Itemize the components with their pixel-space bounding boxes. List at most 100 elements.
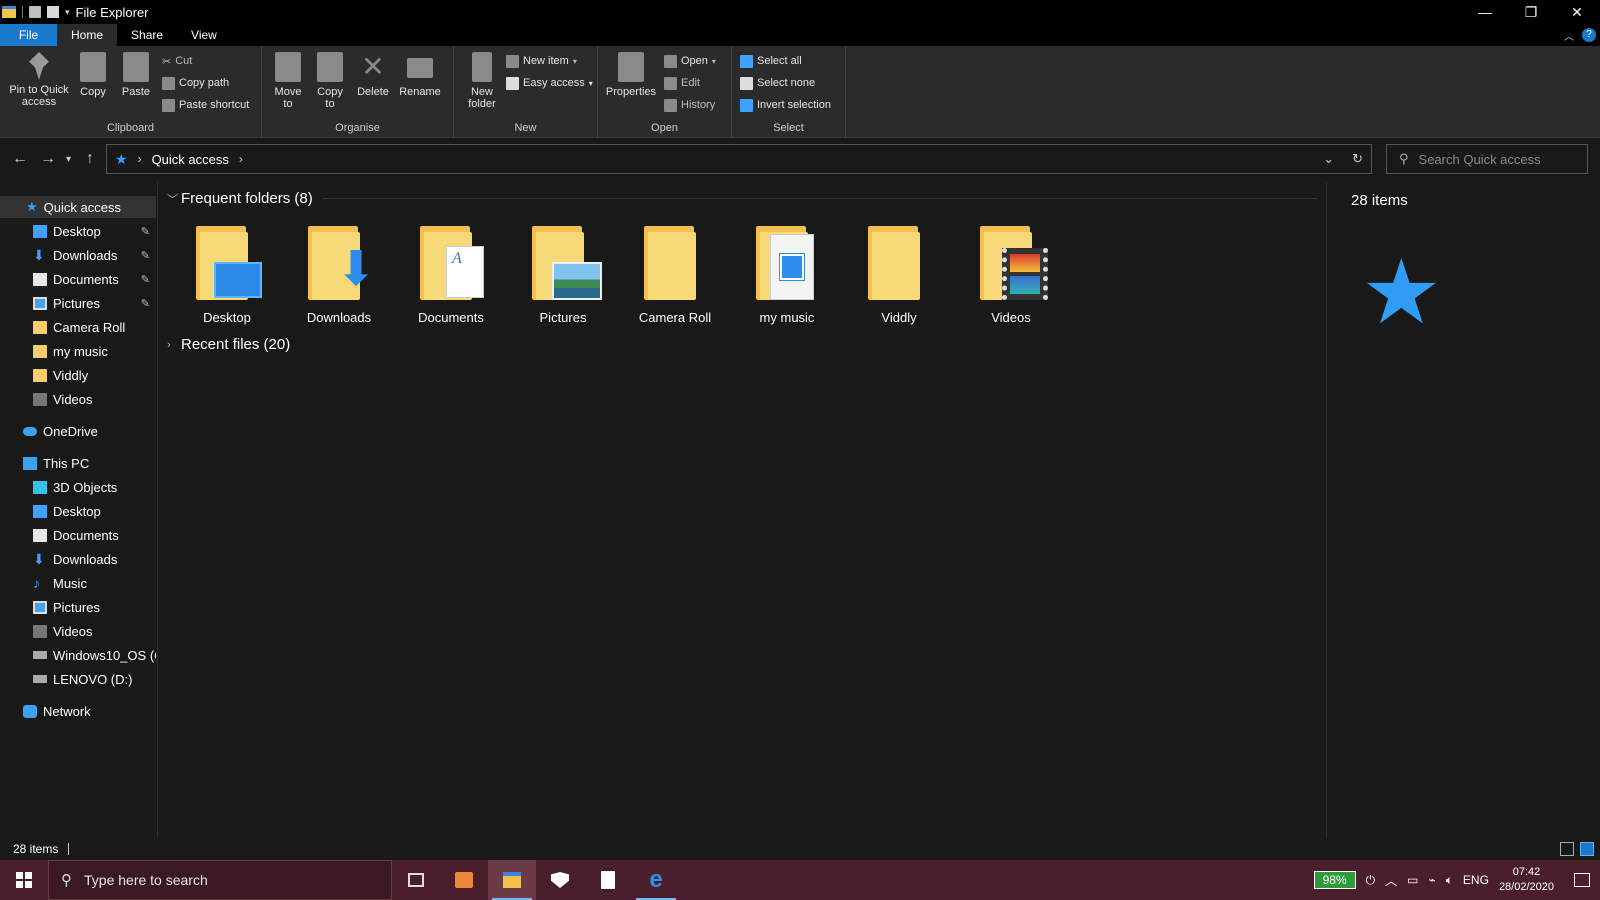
folder-tile-camera-roll[interactable]: Camera Roll bbox=[625, 226, 725, 325]
close-button[interactable]: ✕ bbox=[1554, 0, 1600, 24]
taskbar-notepad[interactable] bbox=[584, 860, 632, 900]
sidebar-item-videos[interactable]: Videos bbox=[0, 388, 156, 410]
breadcrumb-chevron-icon[interactable]: › bbox=[138, 152, 142, 166]
collapse-ribbon-icon[interactable]: ︿ bbox=[1564, 28, 1574, 43]
tab-view[interactable]: View bbox=[177, 24, 231, 46]
recent-locations-chevron-icon[interactable]: ▾ bbox=[66, 154, 71, 165]
taskbar-file-explorer[interactable] bbox=[488, 860, 536, 900]
qat-dropdown-icon[interactable]: ▾ bbox=[65, 7, 70, 18]
folder-tile-documents[interactable]: A Documents bbox=[401, 226, 501, 325]
folder-tile-desktop[interactable]: Desktop bbox=[177, 226, 277, 325]
move-to-button[interactable]: Move to bbox=[272, 52, 304, 110]
details-view-icon[interactable] bbox=[1560, 842, 1574, 856]
restore-button[interactable]: ❐ bbox=[1508, 0, 1554, 24]
recent-files-header[interactable]: › Recent files (20) bbox=[167, 336, 1317, 353]
sidebar-item-music[interactable]: ♪ Music bbox=[0, 572, 156, 594]
new-folder-icon[interactable] bbox=[47, 6, 59, 18]
paste-shortcut-button[interactable]: Paste shortcut bbox=[162, 96, 249, 114]
new-item-button[interactable]: New item ▾ bbox=[506, 52, 577, 70]
clock[interactable]: 07:42 28/02/2020 bbox=[1499, 865, 1554, 895]
sidebar-item-onedrive[interactable]: OneDrive bbox=[0, 420, 156, 442]
sidebar-item-drive-c[interactable]: Windows10_OS (C:) bbox=[0, 644, 156, 666]
up-arrow-icon[interactable]: ↑ bbox=[86, 150, 94, 168]
sidebar-item-pc-desktop[interactable]: Desktop bbox=[0, 500, 156, 522]
tab-file[interactable]: File bbox=[0, 24, 57, 46]
folder-icon bbox=[868, 226, 930, 300]
address-history-chevron-icon[interactable]: ⌄ bbox=[1323, 151, 1334, 167]
copy-to-button[interactable]: Copy to bbox=[314, 52, 346, 110]
sidebar-item-documents[interactable]: Documents ✎ bbox=[0, 268, 156, 290]
folder-tile-viddly[interactable]: Viddly bbox=[849, 226, 949, 325]
language-indicator[interactable]: ENG bbox=[1463, 873, 1489, 887]
copy-button[interactable]: Copy bbox=[78, 52, 108, 98]
taskbar-search-input[interactable]: ⚲ Type here to search bbox=[48, 860, 392, 900]
power-plug-icon[interactable]: ⏻ bbox=[1366, 873, 1376, 888]
sidebar-item-this-pc[interactable]: This PC bbox=[0, 452, 156, 474]
edit-button[interactable]: Edit bbox=[664, 74, 700, 92]
rename-button[interactable]: Rename bbox=[398, 52, 442, 98]
breadcrumb-chevron-icon[interactable]: › bbox=[239, 152, 243, 166]
taskbar-media-player[interactable] bbox=[440, 860, 488, 900]
history-label: History bbox=[681, 99, 716, 111]
sidebar-item-pc-documents[interactable]: Documents bbox=[0, 524, 156, 546]
properties-button[interactable]: Properties bbox=[604, 52, 658, 98]
folder-tile-my-music[interactable]: my music bbox=[737, 226, 837, 325]
battery-indicator[interactable]: 98% bbox=[1313, 871, 1356, 889]
sidebar-item-camera-roll[interactable]: Camera Roll bbox=[0, 316, 156, 338]
help-icon[interactable]: ? bbox=[1582, 28, 1596, 42]
delete-button[interactable]: ✕ Delete bbox=[356, 52, 390, 99]
task-view-button[interactable] bbox=[392, 860, 440, 900]
sidebar-item-downloads[interactable]: ⬇ Downloads ✎ bbox=[0, 244, 156, 266]
paste-button[interactable]: Paste bbox=[120, 52, 152, 98]
minimize-button[interactable]: — bbox=[1462, 0, 1508, 24]
folder-tile-downloads[interactable]: ⬇ Downloads bbox=[289, 226, 389, 325]
address-bar[interactable]: ★ › Quick access › ⌄ ↻ bbox=[106, 144, 1372, 174]
refresh-icon[interactable]: ↻ bbox=[1352, 151, 1363, 167]
properties-check-icon[interactable] bbox=[29, 6, 41, 18]
taskbar-edge[interactable]: e bbox=[632, 860, 680, 900]
cut-button[interactable]: ✂ Cut bbox=[162, 52, 192, 70]
sidebar-item-3d-objects[interactable]: 3D Objects bbox=[0, 476, 156, 498]
back-arrow-icon[interactable]: ← bbox=[12, 150, 28, 168]
sidebar-item-drive-d[interactable]: LENOVO (D:) bbox=[0, 668, 156, 690]
easy-access-button[interactable]: Easy access ▾ bbox=[506, 74, 593, 92]
sidebar-item-viddly[interactable]: Viddly bbox=[0, 364, 156, 386]
new-folder-button[interactable]: New folder bbox=[462, 52, 502, 110]
tab-home[interactable]: Home bbox=[57, 24, 118, 46]
sidebar-item-desktop[interactable]: Desktop ✎ bbox=[0, 220, 156, 242]
open-button[interactable]: Open ▾ bbox=[664, 52, 716, 70]
pin-quick-access-button[interactable]: Pin to Quick access bbox=[6, 52, 72, 108]
sidebar-item-pictures[interactable]: Pictures ✎ bbox=[0, 292, 156, 314]
sidebar-item-pc-downloads[interactable]: ⬇ Downloads bbox=[0, 548, 156, 570]
folder-tile-videos[interactable]: Videos bbox=[961, 226, 1061, 325]
sidebar-item-label: Pictures bbox=[53, 295, 100, 311]
large-icons-view-icon[interactable] bbox=[1580, 842, 1594, 856]
search-input[interactable]: ⚲ Search Quick access bbox=[1386, 144, 1588, 174]
frequent-folders-header[interactable]: ﹀ Frequent folders (8) bbox=[167, 190, 1317, 207]
network-icon[interactable]: ⌁ bbox=[1428, 873, 1435, 887]
invert-selection-button[interactable]: Invert selection bbox=[740, 96, 831, 114]
show-hidden-icons-chevron-icon[interactable]: ︿ bbox=[1385, 872, 1397, 889]
history-button[interactable]: History bbox=[664, 96, 715, 114]
taskbar-security[interactable] bbox=[536, 860, 584, 900]
folder-tile-pictures[interactable]: Pictures bbox=[513, 226, 613, 325]
details-pane: 28 items ★ bbox=[1326, 182, 1600, 838]
delete-label: Delete bbox=[357, 86, 389, 98]
start-button[interactable] bbox=[0, 860, 48, 900]
history-icon bbox=[664, 98, 677, 112]
volume-icon[interactable]: 🔈︎ bbox=[1446, 873, 1453, 888]
sidebar-item-network[interactable]: Network bbox=[0, 700, 156, 722]
explorer-folder-icon[interactable] bbox=[2, 6, 16, 18]
sidebar-item-my-music[interactable]: my music bbox=[0, 340, 156, 362]
forward-arrow-icon[interactable]: → bbox=[40, 150, 56, 168]
breadcrumb-quick-access[interactable]: Quick access bbox=[152, 152, 229, 167]
tab-share[interactable]: Share bbox=[117, 24, 177, 46]
battery-icon[interactable]: ▭ bbox=[1407, 873, 1418, 887]
sidebar-item-quick-access[interactable]: ★ Quick access bbox=[0, 196, 156, 218]
sidebar-item-pc-videos[interactable]: Videos bbox=[0, 620, 156, 642]
sidebar-item-pc-pictures[interactable]: Pictures bbox=[0, 596, 156, 618]
copy-path-button[interactable]: Copy path bbox=[162, 74, 229, 92]
select-none-button[interactable]: Select none bbox=[740, 74, 815, 92]
select-all-button[interactable]: Select all bbox=[740, 52, 802, 70]
action-center-icon[interactable] bbox=[1574, 873, 1590, 887]
